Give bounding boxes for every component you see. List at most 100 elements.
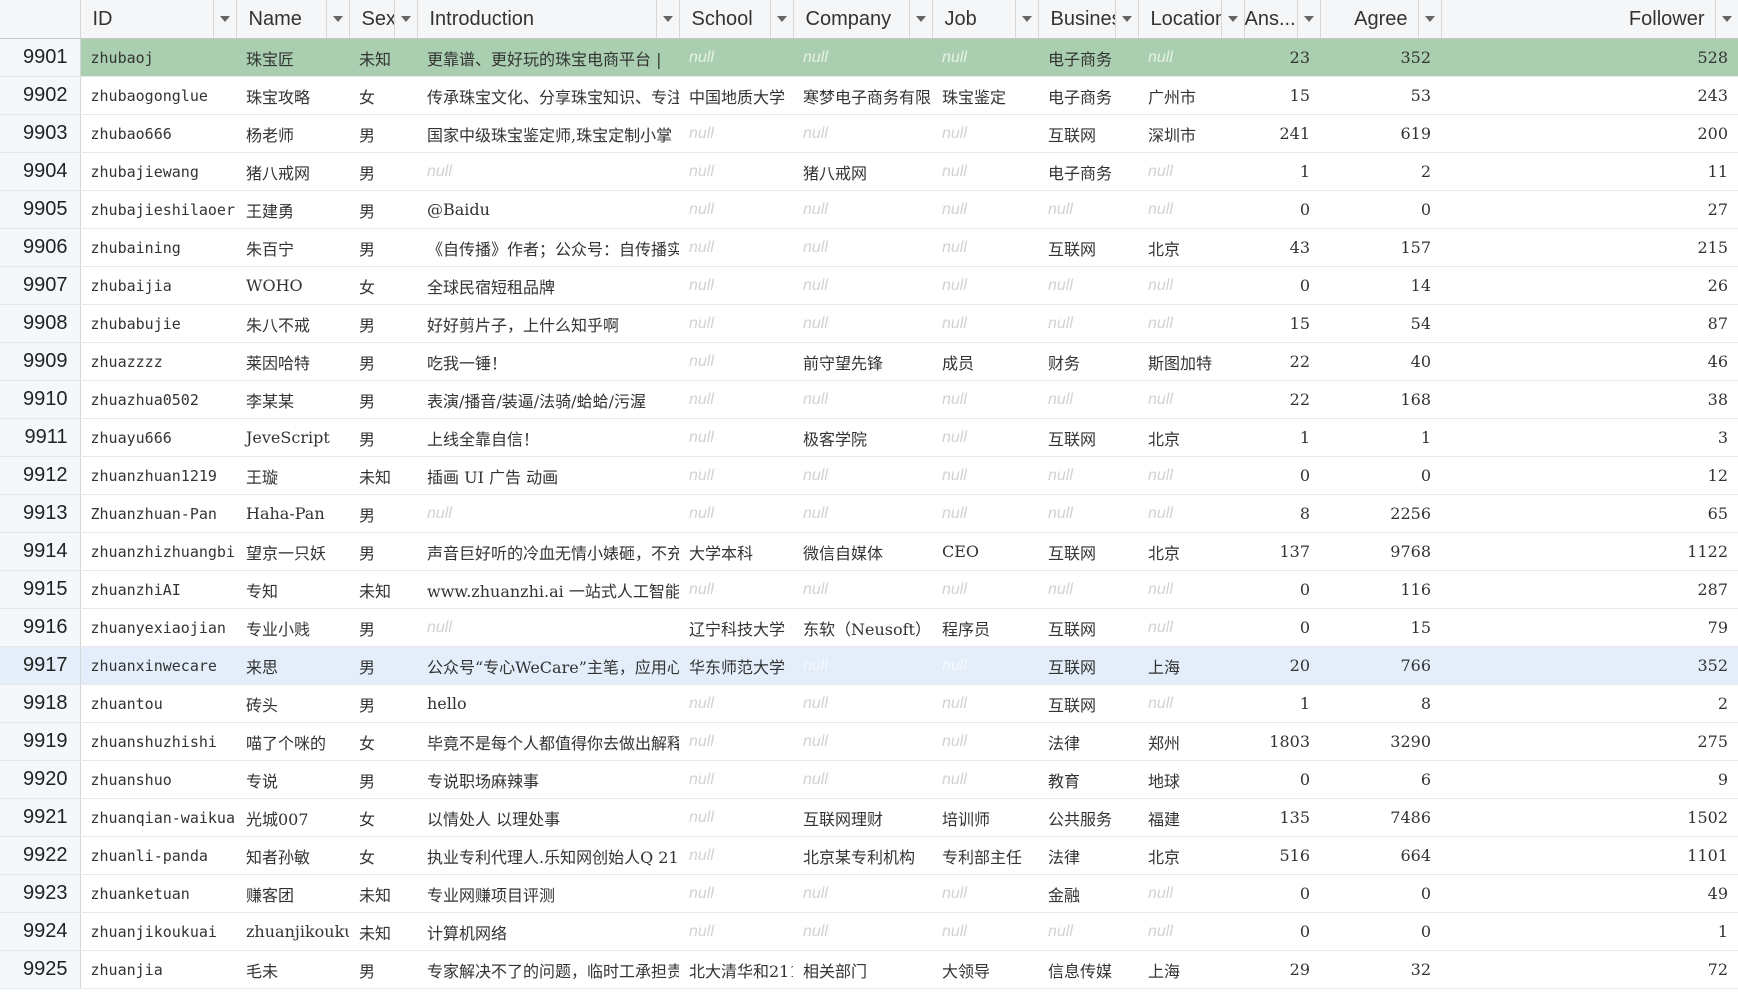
table-cell[interactable]: 广州市 xyxy=(1138,76,1244,115)
filter-dropdown-icon[interactable] xyxy=(325,0,349,38)
table-cell[interactable]: 0 xyxy=(1320,190,1441,229)
table-cell[interactable]: 赚客团 xyxy=(236,874,349,913)
table-cell[interactable]: 男 xyxy=(349,608,417,647)
row-number[interactable]: 9905 xyxy=(0,190,81,229)
table-cell[interactable]: 珠宝攻略 xyxy=(236,76,349,115)
table-cell[interactable]: 男 xyxy=(349,418,417,457)
table-cell[interactable]: 2256 xyxy=(1320,494,1441,533)
table-cell[interactable]: 528 xyxy=(1441,38,1738,77)
null-cell[interactable]: null xyxy=(679,722,793,761)
null-cell[interactable]: null xyxy=(679,912,793,951)
table-cell[interactable]: 福建 xyxy=(1138,798,1244,837)
table-cell[interactable]: 2 xyxy=(1320,152,1441,191)
row-number[interactable]: 9910 xyxy=(0,380,81,419)
column-header-follower[interactable]: Follower xyxy=(1441,0,1738,39)
table-cell[interactable]: zhuanyexiaojian xyxy=(80,608,236,647)
table-cell[interactable]: 朱八不戒 xyxy=(236,304,349,343)
table-cell[interactable]: 执业专利代理人.乐知网创始人Q 21 xyxy=(417,836,679,875)
null-cell[interactable]: null xyxy=(1138,912,1244,951)
table-cell[interactable]: 1 xyxy=(1244,684,1320,723)
null-cell[interactable]: null xyxy=(679,456,793,495)
table-row[interactable]: 9907 zhubaijia WOHO 女全球民宿短租品牌 null null null nu… xyxy=(0,266,1738,305)
null-cell[interactable]: null xyxy=(932,380,1038,419)
null-cell[interactable]: null xyxy=(793,190,932,229)
table-cell[interactable]: 0 xyxy=(1244,190,1320,229)
table-cell[interactable]: 声音巨好听的冷血无情小婊砸，不充 xyxy=(417,532,679,571)
table-cell[interactable]: zhuanjikoukuai xyxy=(80,912,236,951)
table-cell[interactable]: 男 xyxy=(349,114,417,153)
null-cell[interactable]: null xyxy=(417,494,679,533)
null-cell[interactable]: null xyxy=(1038,266,1138,305)
table-cell[interactable]: 国家中级珠宝鉴定师,珠宝定制小掌 xyxy=(417,114,679,153)
null-cell[interactable]: null xyxy=(1138,266,1244,305)
table-cell[interactable]: 54 xyxy=(1320,304,1441,343)
table-cell[interactable]: 46 xyxy=(1441,342,1738,381)
row-number[interactable]: 9921 xyxy=(0,798,81,837)
table-cell[interactable]: 法律 xyxy=(1038,836,1138,875)
table-cell[interactable]: 6 xyxy=(1320,760,1441,799)
row-number[interactable]: 9907 xyxy=(0,266,81,305)
table-cell[interactable]: zhuanli-panda xyxy=(80,836,236,875)
table-cell[interactable]: 1122 xyxy=(1441,532,1738,571)
column-header-school[interactable]: School xyxy=(679,0,794,39)
filter-dropdown-icon[interactable] xyxy=(1296,0,1320,38)
table-cell[interactable]: 喵了个咪的 xyxy=(236,722,349,761)
filter-dropdown-icon[interactable] xyxy=(1417,0,1441,38)
table-cell[interactable]: 29 xyxy=(1244,950,1320,989)
row-number[interactable]: 9903 xyxy=(0,114,81,153)
null-cell[interactable]: null xyxy=(679,152,793,191)
table-cell[interactable]: 22 xyxy=(1244,380,1320,419)
table-row[interactable]: 9925 zhuanjia 毛未男专家解决不了的问题，临时工承担责 北大清华和211 相… xyxy=(0,950,1738,989)
table-cell[interactable]: 程序员 xyxy=(932,608,1038,647)
table-cell[interactable]: 互联网理财 xyxy=(793,798,932,837)
table-cell[interactable]: 华东师范大学 xyxy=(679,646,793,685)
null-cell[interactable]: null xyxy=(1138,456,1244,495)
table-cell[interactable]: 东软（Neusoft） xyxy=(793,608,932,647)
table-cell[interactable]: 0 xyxy=(1244,912,1320,951)
table-row[interactable]: 9922 zhuanli-panda 知者孙敏女执业专利代理人.乐知网创始人Q 21… xyxy=(0,836,1738,875)
table-row[interactable]: 9901 zhubaoj 珠宝匠 未知 更靠谱、更好玩的珠宝电商平台 | null null… xyxy=(0,38,1738,77)
null-cell[interactable]: null xyxy=(1138,38,1244,77)
table-cell[interactable]: 信息传媒 xyxy=(1038,950,1138,989)
table-row[interactable]: 9912 zhuanzhuan1219 王璇 未知 插画 UI 广告 动画 null nul… xyxy=(0,456,1738,495)
table-row[interactable]: 9913 Zhuanzhuan-Pan Haha-Pan 男 null null null n… xyxy=(0,494,1738,533)
table-row[interactable]: 9902 zhubaogonglue 珠宝攻略女传承珠宝文化、分享珠宝知识、专注 中国… xyxy=(0,76,1738,115)
table-cell[interactable]: zhubabujie xyxy=(80,304,236,343)
table-cell[interactable]: 珠宝鉴定 xyxy=(932,76,1038,115)
table-cell[interactable]: zhubao666 xyxy=(80,114,236,153)
table-cell[interactable]: 大领导 xyxy=(932,950,1038,989)
table-cell[interactable]: 女 xyxy=(349,798,417,837)
table-cell[interactable]: 0 xyxy=(1244,760,1320,799)
null-cell[interactable]: null xyxy=(793,646,932,685)
table-cell[interactable]: zhuanshuzhishi xyxy=(80,722,236,761)
null-cell[interactable]: null xyxy=(679,380,793,419)
table-cell[interactable]: 男 xyxy=(349,760,417,799)
table-cell[interactable]: 215 xyxy=(1441,228,1738,267)
table-cell[interactable]: 传承珠宝文化、分享珠宝知识、专注 xyxy=(417,76,679,115)
row-number[interactable]: 9901 xyxy=(0,38,81,77)
table-cell[interactable]: 15 xyxy=(1244,304,1320,343)
table-row[interactable]: 9919 zhuanshuzhishi 喵了个咪的女毕竟不是每个人都值得你去做出解释… xyxy=(0,722,1738,761)
table-cell[interactable]: 243 xyxy=(1441,76,1738,115)
table-cell[interactable]: 专利部主任 xyxy=(932,836,1038,875)
null-cell[interactable]: null xyxy=(932,684,1038,723)
null-cell[interactable]: null xyxy=(417,152,679,191)
table-cell[interactable]: 斯图加特 xyxy=(1138,342,1244,381)
table-cell[interactable]: 未知 xyxy=(349,38,417,77)
table-cell[interactable]: 电子商务 xyxy=(1038,38,1138,77)
row-number[interactable]: 9913 xyxy=(0,494,81,533)
table-cell[interactable]: 北京 xyxy=(1138,228,1244,267)
table-cell[interactable]: 137 xyxy=(1244,532,1320,571)
table-cell[interactable]: 241 xyxy=(1244,114,1320,153)
table-cell[interactable]: 79 xyxy=(1441,608,1738,647)
table-cell[interactable]: 大学本科 xyxy=(679,532,793,571)
null-cell[interactable]: null xyxy=(793,114,932,153)
table-cell[interactable]: 来思 xyxy=(236,646,349,685)
null-cell[interactable]: null xyxy=(793,304,932,343)
table-cell[interactable]: 22 xyxy=(1244,342,1320,381)
null-cell[interactable]: null xyxy=(679,342,793,381)
table-cell[interactable]: 男 xyxy=(349,684,417,723)
table-row[interactable]: 9910 zhuazhua0502 李某某男表演/播音/装逼/法骑/蛤蛤/污渥 nul… xyxy=(0,380,1738,419)
row-number[interactable]: 9914 xyxy=(0,532,81,571)
row-number[interactable]: 9908 xyxy=(0,304,81,343)
